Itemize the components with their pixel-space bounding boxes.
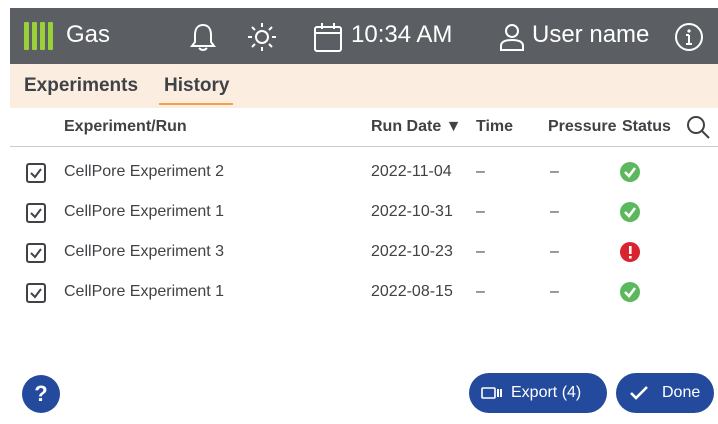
cell-pressure: – xyxy=(550,243,559,260)
cell-run-date: 2022-08-15 xyxy=(371,283,453,300)
info-icon[interactable] xyxy=(674,22,704,52)
help-button[interactable]: ? xyxy=(22,375,60,413)
cell-experiment-name: CellPore Experiment 2 xyxy=(64,163,225,180)
export-icon xyxy=(481,387,502,399)
checkmark-icon xyxy=(30,168,42,179)
export-button[interactable]: Export (4) xyxy=(469,373,607,413)
user-name[interactable]: User name xyxy=(532,21,649,49)
cell-experiment-name: CellPore Experiment 3 xyxy=(64,243,225,260)
col-run-date[interactable]: Run Date ▼ xyxy=(371,118,462,136)
gas-bars-icon xyxy=(24,22,53,50)
top-bar: Gas 10:34 AM User name xyxy=(10,8,718,64)
col-experiment-run: Experiment/Run xyxy=(64,118,187,135)
cell-run-date: 2022-10-31 xyxy=(371,203,453,220)
table-row[interactable]: CellPore Experiment 1 2022-10-31 – – xyxy=(10,193,718,233)
cell-run-date: 2022-10-23 xyxy=(371,243,453,260)
cell-experiment-name: CellPore Experiment 1 xyxy=(64,283,225,300)
row-checkbox[interactable] xyxy=(26,203,46,223)
tab-bar: Experiments History xyxy=(10,64,718,108)
row-checkbox[interactable] xyxy=(26,283,46,303)
brightness-icon[interactable] xyxy=(246,21,278,53)
cell-time: – xyxy=(476,163,485,180)
bell-icon[interactable] xyxy=(190,22,216,52)
checkmark-icon xyxy=(30,248,42,259)
search-icon[interactable] xyxy=(685,114,711,140)
tab-history-underline xyxy=(159,103,233,105)
clock-time: 10:34 AM xyxy=(351,21,453,48)
calendar-icon[interactable] xyxy=(313,21,343,53)
col-pressure: Pressure xyxy=(548,118,617,135)
cell-run-date: 2022-11-04 xyxy=(371,163,452,180)
tab-history[interactable]: History xyxy=(164,75,229,97)
cell-pressure: – xyxy=(550,203,559,220)
table-row[interactable]: CellPore Experiment 2 2022-11-04 – – xyxy=(10,153,718,193)
status-success-icon xyxy=(620,202,640,222)
status-success-icon xyxy=(620,162,640,182)
table-row[interactable]: CellPore Experiment 3 2022-10-23 – – xyxy=(10,233,718,273)
cell-time: – xyxy=(476,243,485,260)
app-window: Gas 10:34 AM User name Experiments Histo… xyxy=(10,8,718,424)
checkmark-icon xyxy=(30,288,42,299)
cell-time: – xyxy=(476,203,485,220)
cell-time: – xyxy=(476,283,485,300)
cell-pressure: – xyxy=(550,163,559,180)
tab-experiments[interactable]: Experiments xyxy=(24,75,138,97)
cell-experiment-name: CellPore Experiment 1 xyxy=(64,203,225,220)
table-header: Experiment/Run Run Date ▼ Time Pressure … xyxy=(10,108,718,147)
done-label: Done xyxy=(662,384,701,401)
col-status: Status xyxy=(622,118,671,135)
check-icon xyxy=(630,386,648,400)
row-checkbox[interactable] xyxy=(26,243,46,263)
row-checkbox[interactable] xyxy=(26,163,46,183)
table-row[interactable]: CellPore Experiment 1 2022-08-15 – – xyxy=(10,273,718,313)
app-title: Gas xyxy=(66,21,111,48)
col-time: Time xyxy=(476,118,514,135)
done-button[interactable]: Done xyxy=(616,373,714,413)
cell-pressure: – xyxy=(550,283,559,300)
checkmark-icon xyxy=(30,208,42,219)
status-success-icon xyxy=(620,282,640,302)
user-icon[interactable] xyxy=(498,22,526,52)
export-label: Export (4) xyxy=(511,384,582,401)
status-error-icon xyxy=(620,242,640,262)
